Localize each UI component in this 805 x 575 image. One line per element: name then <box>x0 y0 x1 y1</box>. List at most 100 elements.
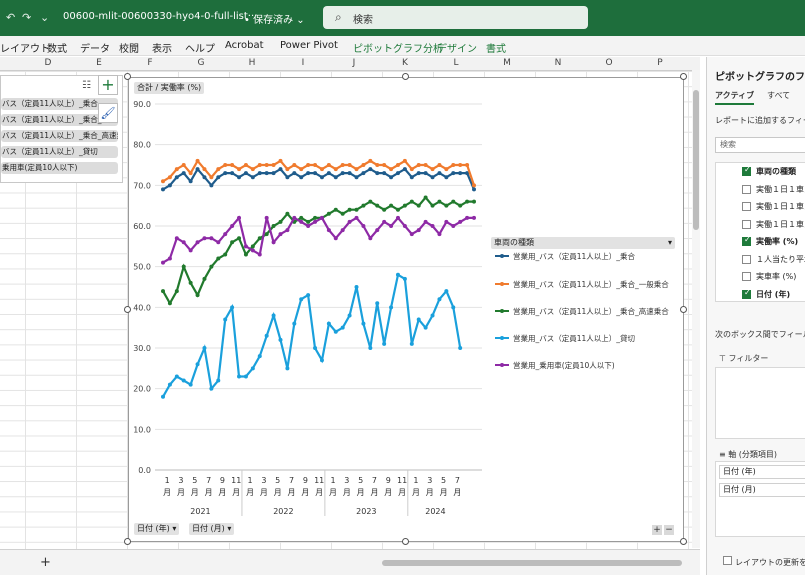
ribbon-tab-3[interactable]: 校閲 <box>119 40 139 55</box>
search-box[interactable]: ⌕ 検索 <box>323 6 588 29</box>
search-placeholder: 検索 <box>353 15 373 26</box>
axis-field-year-button[interactable]: 日付 (年) ▾ <box>134 523 180 535</box>
pivot-chart[interactable]: 0.0 10.0 20.0 30.0 40.0 50.0 60.0 70.0 80.0 90.0 1… <box>128 77 684 542</box>
legend-entry[interactable]: 営業用_バス（定員11人以上）_乗合_一般乗合 <box>513 279 669 289</box>
resize-handle[interactable] <box>680 538 687 545</box>
column-header-O[interactable]: O <box>604 58 614 68</box>
data-point <box>188 280 193 285</box>
data-point <box>161 179 165 184</box>
customize-quick-access-icon[interactable]: ⌄ <box>40 11 49 24</box>
legend-entry[interactable]: 営業用_バス（定員11人以上）_乗合 <box>513 251 636 261</box>
data-point <box>223 171 228 176</box>
chart-elements-button[interactable]: + <box>98 75 118 95</box>
resize-handle[interactable] <box>124 306 131 313</box>
legend-field-button[interactable]: 車両の種類 ▾ <box>491 237 675 249</box>
data-point <box>458 163 463 167</box>
column-header-M[interactable]: M <box>502 58 512 68</box>
legend-entry[interactable]: 営業用_バス（定員11人以上）_貸切 <box>513 333 636 343</box>
column-header-N[interactable]: N <box>553 58 563 68</box>
ribbon-tab-4[interactable]: 表示 <box>152 40 172 55</box>
field-checkbox[interactable] <box>742 272 751 281</box>
ribbon-tab-0[interactable]: レイアウト <box>0 40 50 55</box>
column-header-J[interactable]: J <box>349 58 359 68</box>
axis-item-month[interactable]: 日付 (月) <box>719 483 805 497</box>
vertical-scroll-thumb[interactable] <box>693 90 699 230</box>
resize-handle[interactable] <box>680 306 687 313</box>
column-header-K[interactable]: K <box>400 58 410 68</box>
data-point <box>361 224 366 228</box>
x-tick-month-suffix: 月 <box>274 488 282 497</box>
field-list-icon[interactable]: ☷ <box>82 80 91 91</box>
column-header-E[interactable]: E <box>94 58 104 68</box>
horizontal-scrollbar[interactable] <box>382 560 682 566</box>
field-checkbox[interactable] <box>742 184 751 194</box>
field-search-input[interactable]: 検索 <box>715 137 805 153</box>
undo-icon[interactable]: ↶ <box>6 11 15 24</box>
ribbon-tab-7[interactable]: Power Pivot <box>280 40 338 51</box>
field-checkbox[interactable] <box>742 165 751 176</box>
column-header-F[interactable]: F <box>145 58 155 68</box>
ribbon-tab-2[interactable]: データ <box>80 40 110 55</box>
legend-entry[interactable]: 営業用_乗用車(定員10人以下) <box>513 360 615 370</box>
data-point <box>306 171 311 176</box>
ribbon-tab-5[interactable]: ヘルプ <box>185 40 215 55</box>
redo-icon[interactable]: ↷ <box>22 11 31 24</box>
data-point <box>299 167 304 172</box>
ribbon-tab-10[interactable]: 書式 <box>486 40 506 55</box>
filter-drop-area[interactable] <box>715 367 805 439</box>
data-point <box>326 321 331 326</box>
field-checkbox[interactable] <box>742 254 751 264</box>
y-tick-label: 10.0 <box>133 425 151 434</box>
column-header-G[interactable]: G <box>196 58 206 68</box>
data-point <box>472 187 476 192</box>
axis-field-month-button[interactable]: 日付 (月) ▾ <box>189 523 235 535</box>
field-chip[interactable]: バス（定員11人以上）_乗合_高速乗合 <box>1 130 118 142</box>
expand-field-button[interactable]: + <box>652 525 662 535</box>
field-checkbox[interactable] <box>742 219 751 229</box>
collapse-field-button[interactable]: − <box>664 525 674 535</box>
data-point <box>361 203 366 208</box>
tab-active[interactable]: アクティブ <box>715 90 755 105</box>
column-header-H[interactable]: H <box>247 58 257 68</box>
data-point <box>326 211 331 216</box>
legend-entry[interactable]: 営業用_バス（定員11人以上）_乗合_高速乗合 <box>513 306 669 316</box>
column-header-D[interactable]: D <box>43 58 53 68</box>
vertical-scrollbar[interactable] <box>692 70 700 548</box>
file-name[interactable]: 00600-mlit-00600330-hyo4-0-full-list··· <box>63 11 257 22</box>
field-checkbox[interactable] <box>742 235 751 246</box>
ribbon-tab-9[interactable]: デザイン <box>437 40 477 55</box>
year-label: 2024 <box>425 507 445 516</box>
ribbon-tab-8[interactable]: ピボットグラフ分析 <box>353 40 443 55</box>
column-header-L[interactable]: L <box>451 58 461 68</box>
column-header-I[interactable]: I <box>298 58 308 68</box>
data-point <box>237 215 242 220</box>
axis-field-month-label: 日付 (月) <box>192 524 225 533</box>
data-point <box>230 163 235 167</box>
field-chip[interactable]: 乗用車(定員10人以下) <box>1 162 118 174</box>
field-checkbox[interactable] <box>742 288 751 299</box>
resize-handle[interactable] <box>124 73 131 80</box>
x-tick-month-suffix: 月 <box>384 488 392 497</box>
y-tick-label: 70.0 <box>133 181 151 190</box>
data-point <box>250 167 255 172</box>
resize-handle[interactable] <box>680 73 687 80</box>
data-point <box>181 163 186 167</box>
value-field-button[interactable]: 合計 / 実働率 (%) <box>134 82 205 94</box>
resize-handle[interactable] <box>124 538 131 545</box>
axis-item-year[interactable]: 日付 (年) <box>719 465 805 479</box>
x-tick-label: 1 <box>165 476 170 485</box>
add-sheet-button[interactable]: + <box>40 555 51 570</box>
column-header-P[interactable]: P <box>655 58 665 68</box>
field-chip[interactable]: バス（定員11人以上）_貸切 <box>1 146 118 158</box>
resize-handle[interactable] <box>402 73 409 80</box>
save-status[interactable]: • 保存済み ⌄ <box>244 11 305 26</box>
resize-handle[interactable] <box>402 538 409 545</box>
ribbon-tab-1[interactable]: 数式 <box>47 40 67 55</box>
defer-update-checkbox[interactable] <box>723 556 732 565</box>
field-checkbox[interactable] <box>742 202 751 211</box>
data-point <box>472 183 476 188</box>
tab-all[interactable]: すべて <box>767 90 790 101</box>
data-point <box>167 175 172 180</box>
ribbon-tab-6[interactable]: Acrobat <box>225 40 264 51</box>
chart-styles-button[interactable]: 🖌 <box>98 103 118 123</box>
